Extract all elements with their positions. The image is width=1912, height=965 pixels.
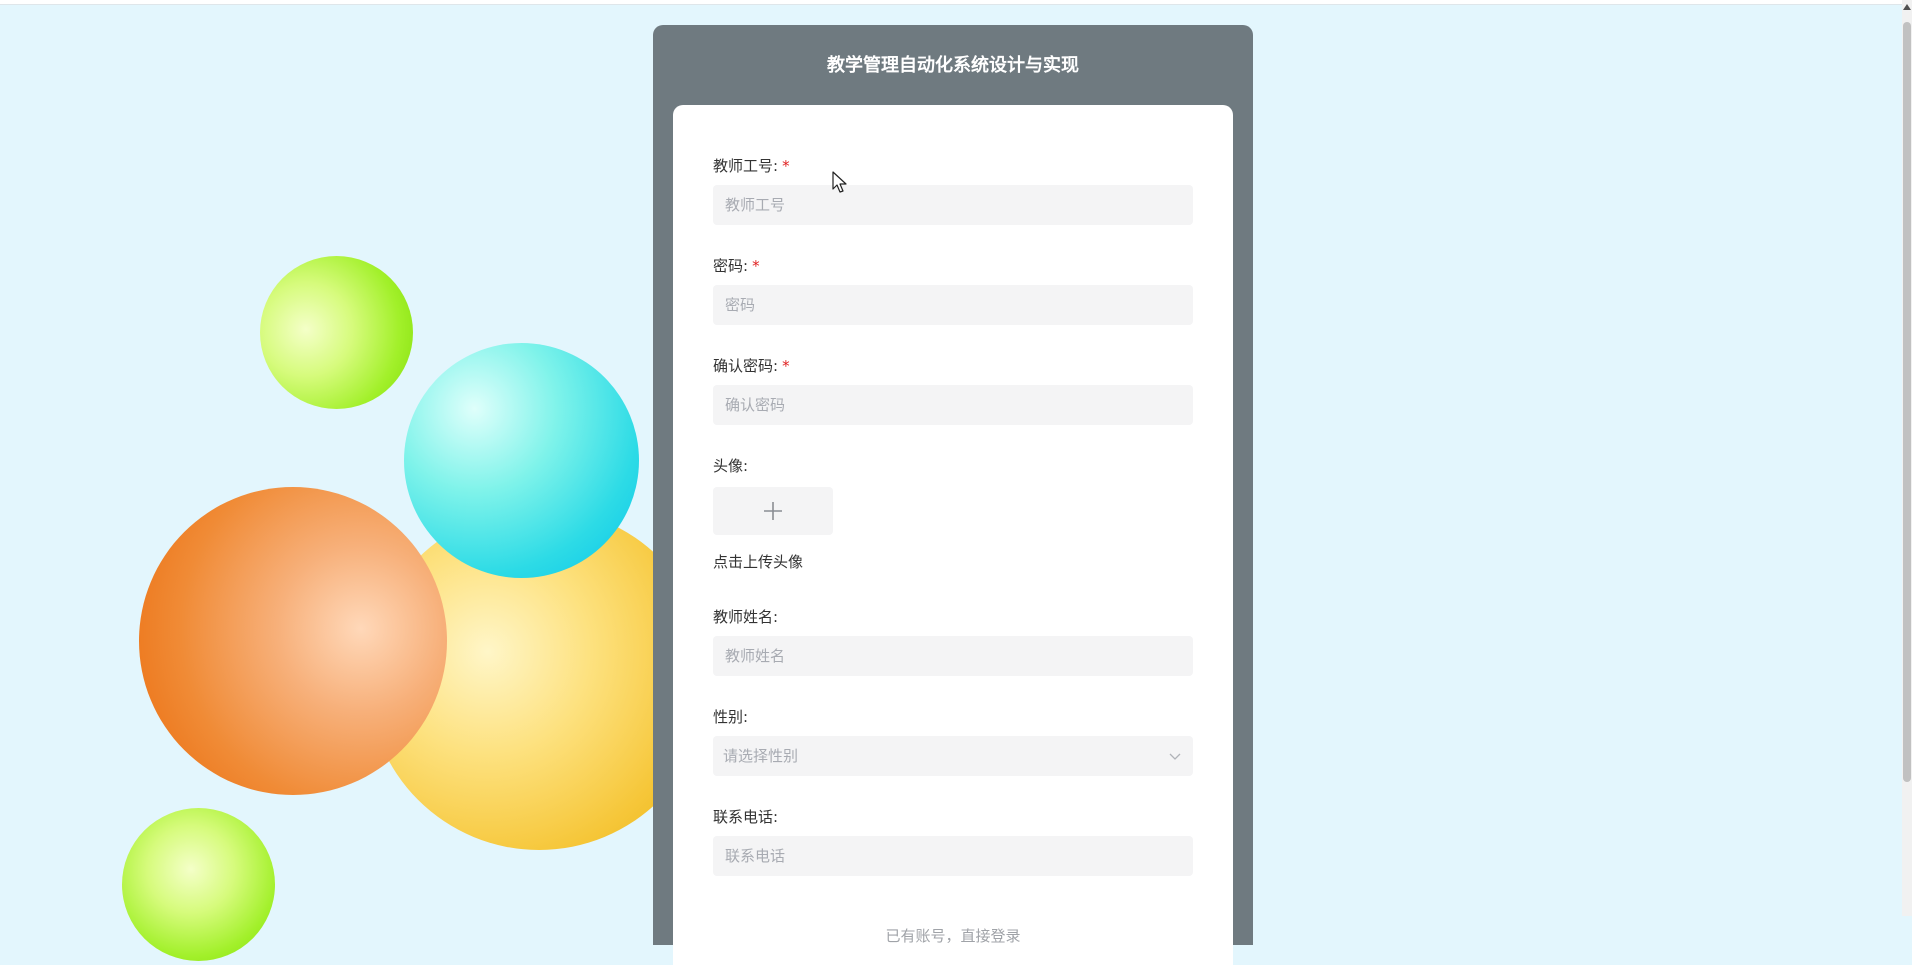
login-link[interactable]: 已有账号，直接登录 <box>673 925 1233 946</box>
chevron-down-icon <box>1169 736 1181 776</box>
decor-green-ball-top <box>260 256 413 409</box>
phone-field: 联系电话: <box>713 806 1193 876</box>
register-panel: 教学管理自动化系统设计与实现 教师工号:* 密码:* 确认密码:* 头像: <box>653 25 1253 965</box>
teacher-id-input[interactable] <box>723 195 1187 215</box>
avatar-upload-hint: 点击上传头像 <box>713 553 804 571</box>
avatar-upload-button[interactable] <box>713 487 833 535</box>
teacher-id-input-wrapper[interactable] <box>713 185 1193 225</box>
required-mark: * <box>782 157 790 175</box>
avatar-field: 头像: 点击上传头像 <box>713 455 1193 573</box>
register-form: 教师工号:* 密码:* 确认密码:* 头像: <box>673 105 1233 965</box>
password-field: 密码: * <box>713 255 1193 325</box>
mouse-cursor-icon <box>832 171 847 193</box>
teacher-name-field: 教师姓名: <box>713 606 1193 676</box>
teacher-name-label: 教师姓名: <box>713 608 779 626</box>
teacher-name-input-wrapper[interactable] <box>713 636 1193 676</box>
required-mark: * <box>782 357 790 375</box>
gender-field: 性别: 请选择性别 <box>713 706 1193 776</box>
decor-orange-ball <box>139 487 447 795</box>
avatar-label: 头像: <box>713 457 749 475</box>
page-title: 教学管理自动化系统设计与实现 <box>827 55 1079 76</box>
password-input-wrapper[interactable] <box>713 285 1193 325</box>
page-scrollbar[interactable] <box>1902 0 1912 916</box>
confirm-password-label: 确认密码: * <box>713 357 790 375</box>
teacher-name-input[interactable] <box>723 646 1187 666</box>
plus-icon <box>764 502 782 520</box>
gender-select-placeholder: 请选择性别 <box>723 747 799 765</box>
confirm-password-input-wrapper[interactable] <box>713 385 1193 425</box>
password-label: 密码: * <box>713 257 760 275</box>
gender-label: 性别: <box>713 708 749 726</box>
scrollbar-thumb[interactable] <box>1903 22 1911 782</box>
phone-label: 联系电话: <box>713 808 779 826</box>
teacher-id-label: 教师工号: * <box>713 157 790 175</box>
password-input[interactable] <box>723 295 1187 315</box>
decor-cyan-ball <box>404 343 639 578</box>
phone-input[interactable] <box>723 846 1187 866</box>
confirm-password-field: 确认密码: * <box>713 355 1193 425</box>
window-top-border <box>0 0 1912 5</box>
scroll-up-arrow-icon[interactable] <box>1903 4 1911 10</box>
confirm-password-input[interactable] <box>723 395 1187 415</box>
phone-input-wrapper[interactable] <box>713 836 1193 876</box>
required-mark: * <box>752 257 760 275</box>
decor-green-ball-bottom <box>122 808 275 961</box>
gender-select[interactable]: 请选择性别 <box>713 736 1193 776</box>
teacher-id-field: 教师工号: * <box>713 155 1193 225</box>
